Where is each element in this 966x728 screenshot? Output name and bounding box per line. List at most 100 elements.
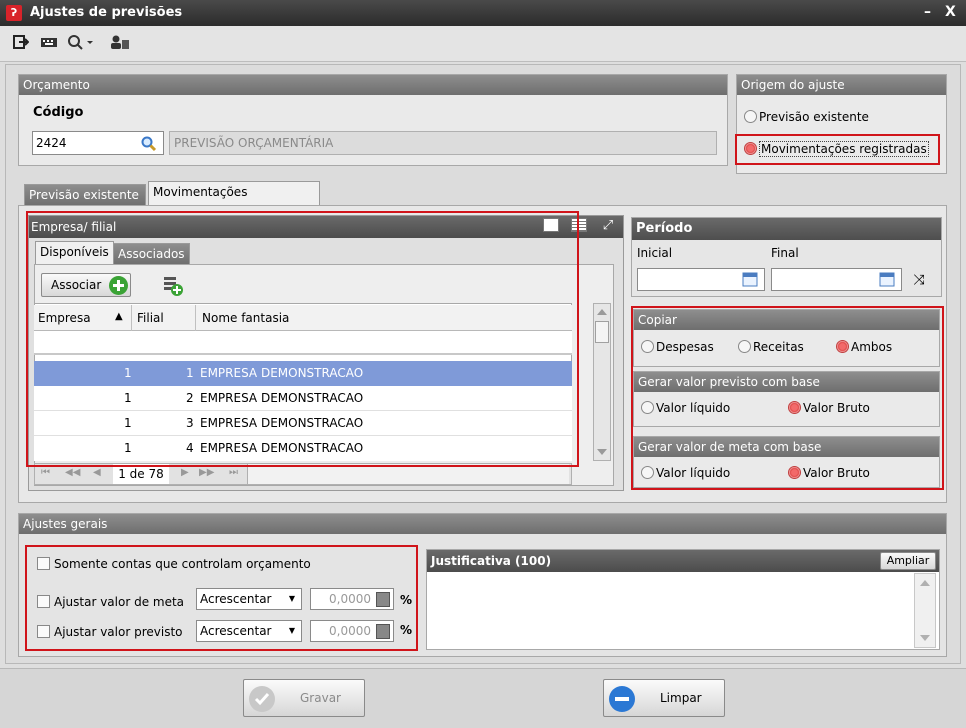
ajustar-previsto-checkbox[interactable]: Ajustar valor previsto [37, 625, 183, 639]
inicial-label: Inicial [637, 246, 673, 260]
checkbox-icon [37, 595, 50, 608]
cell-filial: 3 [186, 416, 194, 430]
pager-status: 1 de 78 [113, 464, 169, 484]
limpar-button[interactable]: Limpar [603, 679, 725, 717]
ajustar-meta-checkbox[interactable]: Ajustar valor de meta [37, 595, 184, 609]
users-icon[interactable] [108, 34, 132, 52]
app-logo-icon: ʔ [6, 5, 22, 21]
meta-option-bruto[interactable]: Valor Bruto [788, 466, 870, 480]
final-date-input[interactable] [771, 268, 902, 291]
previsto-value-input[interactable]: 0,0000 [310, 620, 394, 642]
next-fast-icon[interactable]: ▶▶ [199, 467, 214, 478]
radio-icon [738, 340, 751, 353]
meta-mode-select[interactable]: Acrescentar ▼ [196, 588, 302, 610]
somente-contas-checkbox[interactable]: Somente contas que controlam orçamento [37, 557, 311, 571]
justificativa-textarea[interactable] [428, 573, 914, 648]
codigo-input[interactable]: 2424 [32, 131, 164, 155]
subtab-disponiveis[interactable]: Disponíveis [35, 241, 114, 265]
inicial-date-input[interactable] [637, 268, 765, 291]
calculator-icon[interactable] [376, 592, 390, 607]
ajustar-previsto-label: Ajustar valor previsto [54, 625, 183, 639]
associar-button[interactable]: Associar [41, 273, 131, 297]
radio-icon [641, 340, 654, 353]
gravar-button[interactable]: Gravar [243, 679, 365, 717]
column-filial[interactable]: Filial [137, 311, 164, 325]
search-icon[interactable] [141, 136, 157, 152]
subtab-associados[interactable]: Associados [113, 243, 190, 265]
cell-empresa: 1 [124, 441, 132, 455]
cell-empresa: 1 [124, 416, 132, 430]
copiar-option-receitas[interactable]: Receitas [738, 340, 804, 354]
keyboard-icon[interactable] [40, 34, 58, 52]
copiar-group: Copiar [633, 309, 940, 367]
calculator-icon[interactable] [376, 624, 390, 639]
previsto-option-bruto[interactable]: Valor Bruto [788, 401, 870, 415]
gerar-previsto-header: Gerar valor previsto com base [634, 372, 939, 392]
copiar-option-ambos[interactable]: Ambos [836, 340, 892, 354]
toolbar [0, 26, 966, 62]
calendar-icon[interactable] [742, 272, 758, 287]
add-list-icon[interactable] [162, 275, 184, 297]
meta-value: 0,0000 [329, 592, 371, 606]
meta-option-liquido[interactable]: Valor líquido [641, 466, 730, 480]
origem-option-previsao[interactable]: Previsão existente [744, 110, 869, 124]
gerar-meta-group: Gerar valor de meta com base [633, 436, 940, 488]
previsto-option-liquido[interactable]: Valor líquido [641, 401, 730, 415]
tab-previsao-existente[interactable]: Previsão existente [24, 184, 146, 206]
cell-empresa: 1 [124, 366, 132, 380]
meta-mode-value: Acrescentar [200, 592, 272, 606]
limpar-label: Limpar [660, 691, 702, 705]
scroll-thumb[interactable] [595, 321, 609, 343]
origem-group: Origem do ajuste [736, 74, 947, 174]
table-row[interactable]: 1 4 EMPRESA DEMONSTRACAO [34, 436, 572, 461]
somente-contas-label: Somente contas que controlam orçamento [54, 557, 311, 571]
radio-selected-icon [836, 340, 849, 353]
ampliar-button[interactable]: Ampliar [880, 552, 936, 570]
meta-value-input[interactable]: 0,0000 [310, 588, 394, 610]
radio-selected-icon [744, 142, 757, 155]
scroll-up-icon[interactable] [597, 309, 607, 315]
table-row[interactable]: 1 2 EMPRESA DEMONSTRACAO [34, 386, 572, 411]
origem-option-movimentacoes[interactable]: Movimentações registradas [744, 141, 929, 157]
expand-icon[interactable]: ⤢ [599, 217, 617, 235]
chevron-down-icon: ▼ [288, 594, 295, 603]
first-page-icon[interactable]: ⏮ [41, 467, 50, 478]
cell-nome: EMPRESA DEMONSTRACAO [200, 366, 364, 380]
column-nome-fantasia[interactable]: Nome fantasia [202, 311, 289, 325]
justificativa-scrollbar[interactable] [914, 573, 936, 648]
next-page-icon[interactable]: ▶ [181, 467, 189, 478]
scroll-down-icon[interactable] [597, 449, 607, 455]
percent-label: % [400, 593, 413, 607]
column-empresa[interactable]: Empresa [38, 311, 91, 325]
list-icon[interactable] [571, 218, 587, 232]
table-row[interactable]: 1 3 EMPRESA DEMONSTRACAO [34, 411, 572, 436]
scroll-up-icon[interactable] [920, 580, 930, 586]
prev-fast-icon[interactable]: ◀◀ [65, 467, 80, 478]
grid-vertical-scrollbar[interactable] [593, 303, 611, 461]
calendar-icon[interactable] [879, 272, 895, 287]
final-label: Final [771, 246, 799, 260]
last-page-icon[interactable]: ⏭ [229, 467, 238, 478]
codigo-value: 2424 [36, 136, 67, 150]
columns-icon[interactable] [543, 218, 559, 232]
search-dropdown-icon[interactable] [66, 34, 96, 52]
prev-page-icon[interactable]: ◀ [93, 467, 101, 478]
copiar-option-despesas[interactable]: Despesas [641, 340, 714, 354]
sort-asc-icon[interactable]: ▲ [115, 311, 123, 322]
copiar-option-label: Ambos [851, 340, 893, 354]
close-icon[interactable]: X [945, 4, 956, 20]
table-row[interactable]: 1 1 EMPRESA DEMONSTRACAO [34, 361, 572, 386]
cell-filial: 2 [186, 391, 194, 405]
exit-icon[interactable] [12, 34, 30, 52]
copiar-option-label: Despesas [656, 340, 714, 354]
scroll-down-icon[interactable] [920, 635, 930, 641]
shuffle-icon[interactable]: ⤨ [908, 271, 930, 289]
previsto-mode-select[interactable]: Acrescentar ▼ [196, 620, 302, 642]
filter-row[interactable] [34, 331, 572, 355]
origem-header: Origem do ajuste [737, 75, 946, 95]
minimize-icon[interactable]: – [924, 4, 931, 20]
tab-movimentacoes-registradas[interactable]: Movimentações registradas [148, 181, 320, 219]
orcamento-description-field: PREVISÃO ORÇAMENTÁRIA [169, 131, 717, 155]
grid-horizontal-scrollbar[interactable] [247, 464, 569, 484]
percent-label: % [400, 623, 413, 637]
